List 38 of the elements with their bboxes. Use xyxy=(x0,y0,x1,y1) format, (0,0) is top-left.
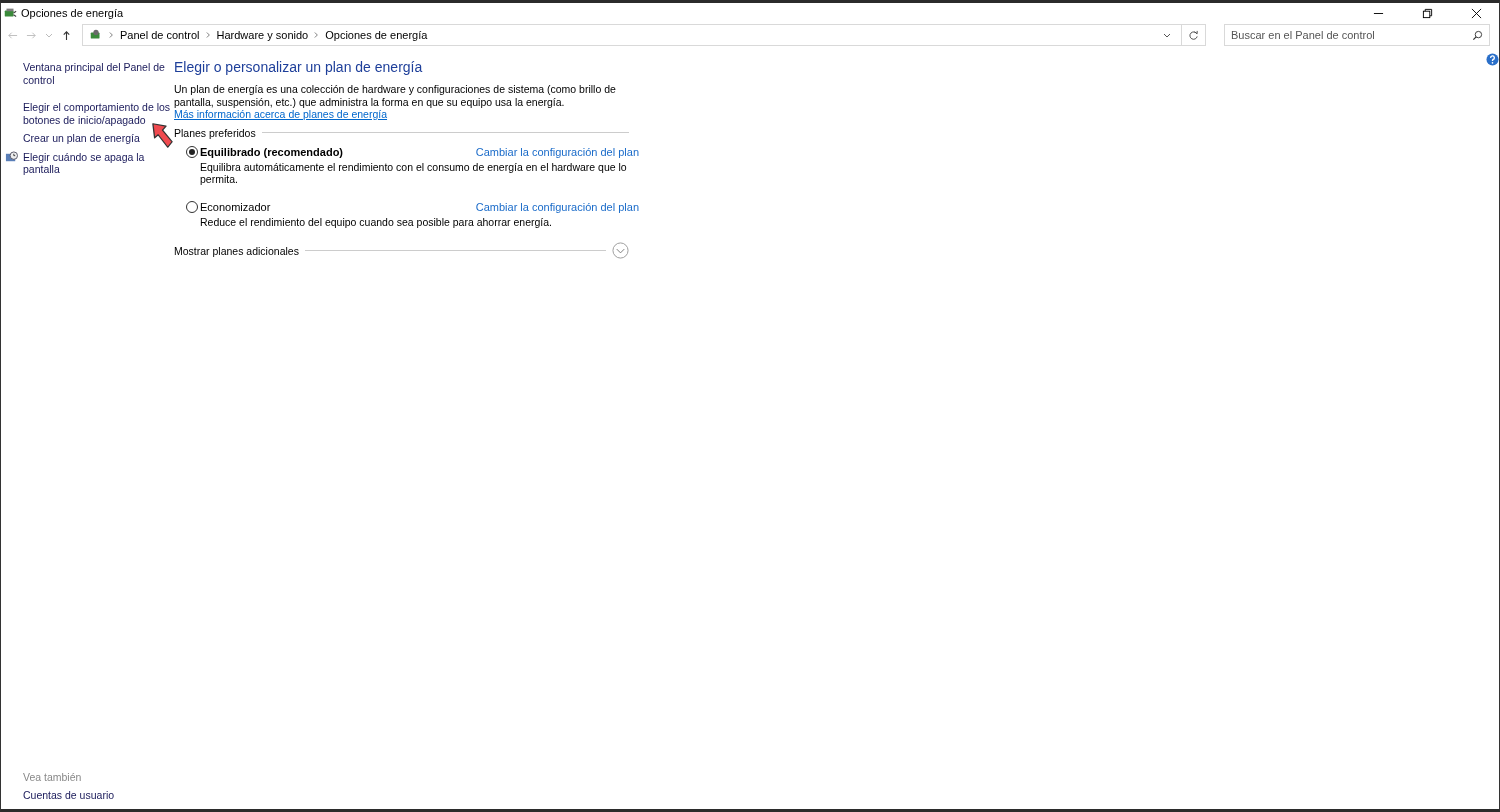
see-also-heading: Vea también xyxy=(23,770,83,783)
breadcrumb-item[interactable]: Panel de control xyxy=(120,29,200,41)
pointer-arrow xyxy=(152,123,173,148)
sidebar-link[interactable]: Crear un plan de energía xyxy=(23,132,140,145)
control-panel-icon xyxy=(89,28,103,42)
restore-icon[interactable] xyxy=(1422,7,1433,19)
chevron-icon xyxy=(109,31,114,39)
breadcrumb-item[interactable]: Hardware y sonido xyxy=(216,29,309,41)
clock-monitor-icon xyxy=(5,150,18,164)
window-title: Opciones de energía xyxy=(21,7,124,19)
help-icon[interactable] xyxy=(1486,53,1499,66)
search-icon xyxy=(1472,30,1483,41)
page-heading: Elegir o personalizar un plan de energía xyxy=(174,59,424,75)
search-field[interactable]: Buscar en el Panel de control xyxy=(1224,24,1490,46)
refresh-icon xyxy=(1188,29,1199,41)
sidebar-link[interactable]: Elegir cuándo se apaga la pantalla xyxy=(23,150,174,176)
change-plan-link[interactable]: Cambiar la configuración del plan xyxy=(475,145,639,158)
breadcrumb-item[interactable]: Opciones de energía xyxy=(325,29,428,41)
group-label: Planes preferidos xyxy=(174,126,256,139)
dropdown-icon[interactable] xyxy=(1163,31,1171,39)
up-icon[interactable] xyxy=(61,29,72,41)
address-bar[interactable]: Panel de control Hardware y sonido Opciones de energía xyxy=(82,24,1182,46)
plan-description: Reduce el rendimiento del equipo cuando sea posible para ahorrar energía. xyxy=(200,215,553,228)
refresh-button[interactable] xyxy=(1182,24,1206,46)
sidebar-link[interactable]: Elegir el comportamiento de los botones de inicio/apagado xyxy=(23,101,174,126)
plan-name: Economizador xyxy=(200,200,271,213)
show-more-label: Mostrar planes adicionales xyxy=(174,244,299,257)
chevron-icon xyxy=(205,31,211,39)
change-plan-link[interactable]: Cambiar la configuración del plan xyxy=(475,200,639,213)
close-icon[interactable] xyxy=(1471,7,1482,19)
plan-name: Equilibrado (recomendado) xyxy=(200,145,343,158)
sidebar-link[interactable]: Ventana principal del Panel de control xyxy=(23,61,174,86)
sidebar-link[interactable]: Cuentas de usuario xyxy=(23,788,115,801)
power-options-icon xyxy=(3,6,17,20)
chevron-icon xyxy=(314,31,320,39)
intro-text: Un plan de energía es una colección de hardware y configuraciones de sistema (como brillo de pantalla, suspensión, etc.) que administra la forma en que su equipo usa la energía. Más información acerca de planes de energía xyxy=(174,83,617,121)
plan-description: Equilibra automáticamente el rendimiento con el consumo de energía en el hardware que lo permita. xyxy=(200,160,628,186)
more-info-link[interactable]: Más información acerca de planes de energía xyxy=(174,108,388,120)
